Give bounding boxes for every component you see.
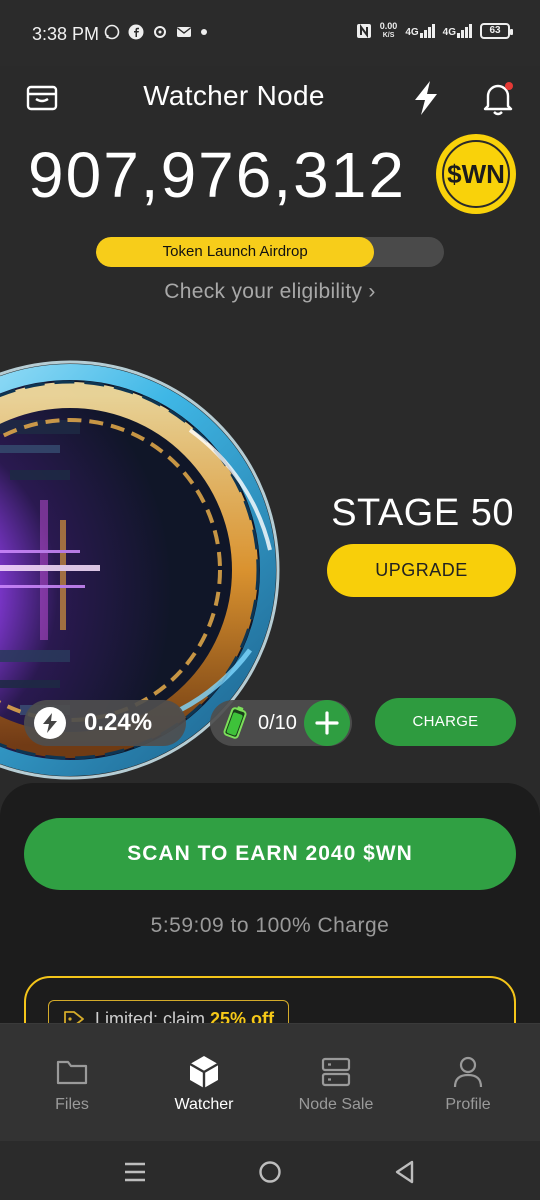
server-icon xyxy=(321,1057,351,1087)
mail-icon xyxy=(177,27,191,37)
back-triangle-icon xyxy=(395,1160,414,1184)
upgrade-button[interactable]: UPGRADE xyxy=(327,544,516,597)
nav-item-node-sale[interactable]: Node Sale xyxy=(276,1054,396,1114)
charge-timer: 5:59:09 to 100% Charge xyxy=(150,914,390,937)
nav-label-profile: Profile xyxy=(445,1096,491,1113)
status-bar: 3:38 PM 0.00 K/S 4G 4G 63 xyxy=(0,0,540,66)
nav-item-files[interactable]: Files xyxy=(12,1054,132,1114)
plus-icon xyxy=(315,711,339,735)
bolt-badge xyxy=(34,707,66,739)
page-title: Watcher Node xyxy=(143,80,325,111)
sync-icon xyxy=(154,26,166,38)
charges-pill: 0/10 xyxy=(210,700,352,746)
check-eligibility-link[interactable]: Check your eligibility › xyxy=(0,280,540,304)
notifications-button[interactable] xyxy=(478,78,518,118)
home-button[interactable] xyxy=(255,1157,285,1187)
wn-coin-icon: $WN xyxy=(436,134,516,214)
add-charge-button[interactable] xyxy=(304,700,350,746)
signal-1: 4G xyxy=(405,24,435,38)
home-circle-icon xyxy=(259,1161,281,1183)
battery-indicator: 63 xyxy=(480,23,513,39)
cube-icon xyxy=(189,1056,219,1088)
mining-rate-pill: 0.24% xyxy=(24,700,186,746)
charge-button[interactable]: CHARGE xyxy=(375,698,516,746)
signal-2-label: 4G xyxy=(442,27,456,38)
bottom-nav: Files Watcher Node Sale Profile xyxy=(0,1023,540,1141)
net-speed-value: 0.00 xyxy=(379,21,398,31)
coin-label: $WN xyxy=(442,140,510,208)
airdrop-progress[interactable]: Token Launch Airdrop xyxy=(96,237,444,267)
charges-count: 0/10 xyxy=(258,711,297,734)
lightning-icon xyxy=(415,81,437,115)
facebook-icon xyxy=(128,24,144,40)
nav-label-files: Files xyxy=(55,1096,89,1113)
whatsapp-icon xyxy=(104,24,120,40)
net-speed-unit: K/S xyxy=(382,32,395,39)
bell-icon xyxy=(483,82,513,116)
nav-item-profile[interactable]: Profile xyxy=(408,1054,528,1114)
battery-icon xyxy=(223,706,247,739)
app-header: Watcher Node xyxy=(0,66,540,130)
nav-label-watcher: Watcher xyxy=(174,1096,234,1113)
system-navigation-bar xyxy=(0,1141,540,1200)
airdrop-label: Token Launch Airdrop xyxy=(162,243,308,260)
recents-button[interactable] xyxy=(120,1157,150,1187)
net-speed: 0.00 K/S xyxy=(380,22,398,40)
nfc-icon xyxy=(356,24,371,38)
mining-rate-value: 0.24% xyxy=(84,709,153,736)
stage-label: STAGE 50 xyxy=(331,492,514,534)
scan-to-earn-button[interactable]: SCAN TO EARN 2040 $WN xyxy=(24,818,516,890)
lightning-icon xyxy=(43,713,57,733)
notification-icons xyxy=(104,24,208,40)
signal-2: 4G xyxy=(443,24,472,38)
status-time: 3:38 PM xyxy=(32,24,100,44)
folder-icon xyxy=(56,1060,88,1085)
nav-item-watcher[interactable]: Watcher xyxy=(144,1054,264,1114)
person-icon xyxy=(453,1056,483,1088)
nav-label-node-sale: Node Sale xyxy=(298,1096,374,1113)
signal-1-label: 4G xyxy=(405,27,419,38)
boost-button[interactable] xyxy=(406,78,446,118)
menu-icon xyxy=(125,1162,145,1182)
token-balance: 907,976,312 xyxy=(28,139,406,211)
dot-icon xyxy=(201,29,207,35)
back-button[interactable] xyxy=(390,1157,420,1187)
system-indicators: 0.00 K/S 4G 4G 63 xyxy=(356,22,513,40)
